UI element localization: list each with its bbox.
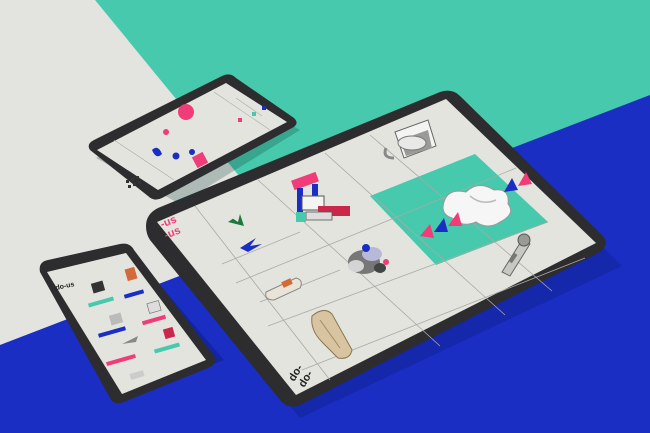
phone-top-pink-circle xyxy=(178,104,194,120)
phone-top-blue-dot-1 xyxy=(172,152,180,160)
phone-top-blue-dot-2 xyxy=(189,149,195,155)
phone-top-pink-dot xyxy=(163,129,169,135)
